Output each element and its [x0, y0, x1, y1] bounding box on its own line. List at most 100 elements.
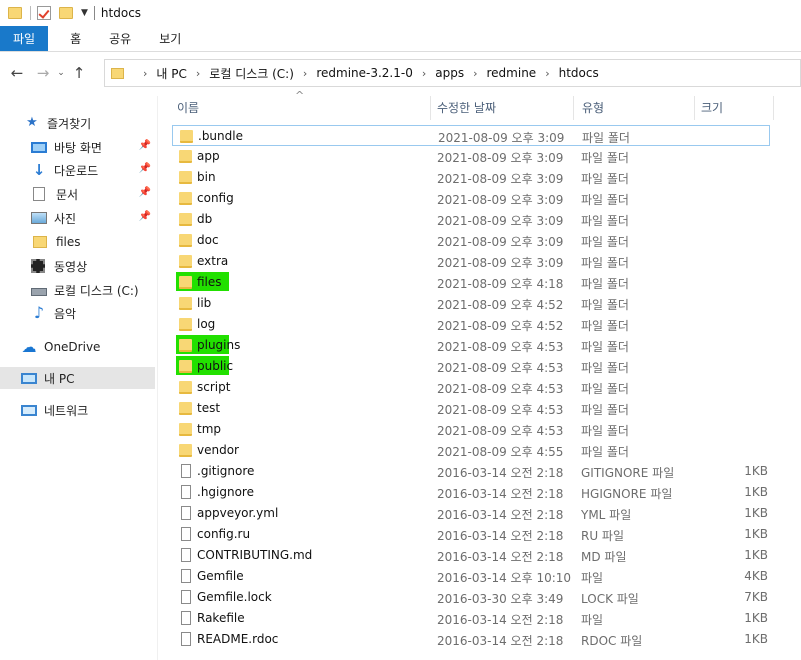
file-name: log [197, 317, 216, 331]
column-header-size[interactable]: 크기 [701, 92, 771, 122]
divider [30, 6, 31, 20]
forward-icon[interactable]: → [32, 64, 54, 82]
folder-icon [179, 213, 192, 226]
file-name: .hgignore [197, 485, 254, 499]
file-row[interactable]: CONTRIBUTING.md 2016-03-14 오전 2:18 MD 파일 1K… [172, 545, 770, 566]
sidebar-item-label: files [56, 235, 81, 249]
file-row[interactable]: bin 2021-08-09 오후 3:09 파일 폴더 [172, 167, 770, 188]
sidebar-item-documents[interactable]: 문서 📌 [0, 183, 155, 205]
folder-icon [179, 318, 192, 331]
tab-file[interactable]: 파일 [0, 26, 49, 51]
sidebar-item-videos[interactable]: 동영상 [0, 255, 155, 277]
breadcrumb-local-disk[interactable]: 로컬 디스크 (C:) [209, 65, 294, 82]
sidebar-item-label: 즐겨찾기 [47, 116, 92, 131]
chevron-right-icon[interactable]: › [303, 67, 307, 80]
file-name: files [197, 275, 222, 289]
column-divider[interactable] [573, 96, 574, 120]
file-row[interactable]: .hgignore 2016-03-14 오전 2:18 HGIGNORE 파일 1K… [172, 482, 770, 503]
file-row[interactable]: files 2021-08-09 오후 4:18 파일 폴더 [172, 272, 770, 293]
breadcrumb-redmine-root[interactable]: redmine-3.2.1-0 [316, 66, 413, 80]
sidebar-item-local-disk[interactable]: 로컬 디스크 (C:) [0, 279, 155, 301]
sidebar-item-label: OneDrive [44, 340, 101, 354]
column-divider[interactable] [773, 96, 774, 120]
video-icon [31, 259, 45, 273]
back-icon[interactable]: ← [6, 64, 28, 82]
file-row[interactable]: .bundle 2021-08-09 오후 3:09 파일 폴더 [172, 125, 770, 146]
pin-icon: 📌 [138, 163, 151, 174]
file-type: 파일 폴더 [582, 131, 630, 145]
customize-toolbar-icon[interactable]: ▼ [81, 8, 88, 18]
navigation-bar: ← → ⌄ ↑ › 내 PC › 로컬 디스크 (C:) › redmine-3… [0, 55, 801, 91]
sidebar-item-label: 다운로드 [54, 163, 99, 178]
new-folder-icon[interactable] [59, 7, 73, 19]
folder-icon [33, 236, 47, 248]
file-row[interactable]: test 2021-08-09 오후 4:53 파일 폴더 [172, 398, 770, 419]
file-date-modified: 2021-08-09 오후 4:18 [437, 277, 564, 291]
sidebar-item-files[interactable]: files [0, 231, 155, 253]
up-icon[interactable]: ↑ [68, 64, 90, 82]
chevron-right-icon[interactable]: › [422, 67, 426, 80]
file-date-modified: 2021-08-09 오후 4:52 [437, 319, 564, 333]
file-row[interactable]: tmp 2021-08-09 오후 4:53 파일 폴더 [172, 419, 770, 440]
address-bar[interactable]: › 내 PC › 로컬 디스크 (C:) › redmine-3.2.1-0 ›… [104, 59, 801, 87]
file-row[interactable]: appveyor.yml 2016-03-14 오전 2:18 YML 파일 1KB [172, 503, 770, 524]
file-icon [181, 506, 191, 520]
file-row[interactable]: Gemfile.lock 2016-03-30 오후 3:49 LOCK 파일 7KB [172, 587, 770, 608]
file-type: 파일 폴더 [581, 256, 629, 270]
file-row[interactable]: script 2021-08-09 오후 4:53 파일 폴더 [172, 377, 770, 398]
file-row[interactable]: .gitignore 2016-03-14 오전 2:18 GITIGNORE 파일… [172, 461, 770, 482]
file-row[interactable]: public 2021-08-09 오후 4:53 파일 폴더 [172, 356, 770, 377]
file-type: 파일 [581, 571, 604, 585]
sidebar-item-network[interactable]: 네트워크 [0, 399, 155, 421]
file-row[interactable]: app 2021-08-09 오후 3:09 파일 폴더 [172, 146, 770, 167]
file-row[interactable]: vendor 2021-08-09 오후 4:55 파일 폴더 [172, 440, 770, 461]
file-row[interactable]: lib 2021-08-09 오후 4:52 파일 폴더 [172, 293, 770, 314]
file-date-modified: 2021-08-09 오후 4:53 [437, 424, 564, 438]
tab-view[interactable]: 보기 [145, 26, 195, 51]
file-date-modified: 2021-08-09 오후 4:53 [437, 340, 564, 354]
file-row[interactable]: Gemfile 2016-03-14 오후 10:10 파일 4KB [172, 566, 770, 587]
chevron-right-icon[interactable]: › [196, 67, 200, 80]
chevron-right-icon[interactable]: › [545, 67, 549, 80]
file-row[interactable]: config 2021-08-09 오후 3:09 파일 폴더 [172, 188, 770, 209]
breadcrumb-apps[interactable]: apps [435, 66, 464, 80]
sidebar-item-onedrive[interactable]: ☁ OneDrive [0, 336, 155, 358]
pc-icon [21, 372, 37, 384]
file-name: plugins [197, 338, 241, 352]
file-row[interactable]: log 2021-08-09 오후 4:52 파일 폴더 [172, 314, 770, 335]
file-type: 파일 폴더 [581, 214, 629, 228]
column-header-modified[interactable]: 수정한 날짜 [437, 92, 572, 122]
tab-home[interactable]: 홈 [56, 26, 95, 51]
file-row[interactable]: Rakefile 2016-03-14 오전 2:18 파일 1KB [172, 608, 770, 629]
folder-icon [179, 381, 192, 394]
file-row[interactable]: config.ru 2016-03-14 오전 2:18 RU 파일 1KB [172, 524, 770, 545]
column-divider[interactable] [694, 96, 695, 120]
file-row[interactable]: extra 2021-08-09 오후 3:09 파일 폴더 [172, 251, 770, 272]
file-type: GITIGNORE 파일 [581, 466, 675, 480]
chevron-right-icon[interactable]: › [473, 67, 477, 80]
sidebar-item-desktop[interactable]: 바탕 화면 📌 [0, 136, 155, 158]
sidebar-item-pictures[interactable]: 사진 📌 [0, 207, 155, 229]
column-divider[interactable] [430, 96, 431, 120]
file-name: Gemfile [197, 569, 244, 583]
breadcrumb-my-pc[interactable]: 내 PC [156, 65, 186, 82]
file-name: db [197, 212, 213, 226]
tab-share[interactable]: 공유 [95, 26, 145, 51]
recent-locations-icon[interactable]: ⌄ [54, 68, 68, 78]
sidebar-item-downloads[interactable]: ↓ 다운로드 📌 [0, 159, 155, 181]
file-row[interactable]: db 2021-08-09 오후 3:09 파일 폴더 [172, 209, 770, 230]
breadcrumb-htdocs[interactable]: htdocs [559, 66, 599, 80]
sidebar-item-my-pc[interactable]: 내 PC [0, 367, 155, 389]
column-header-name[interactable]: 이름 [177, 92, 427, 122]
properties-icon[interactable] [37, 6, 51, 20]
column-header-type[interactable]: 유형 [582, 92, 692, 122]
sidebar-item-music[interactable]: ♪ 음악 [0, 302, 155, 324]
sidebar-item-quick-access[interactable]: ★ 즐겨찾기 [0, 112, 155, 134]
file-row[interactable]: plugins 2021-08-09 오후 4:53 파일 폴더 [172, 335, 770, 356]
window-title: htdocs [100, 6, 142, 20]
breadcrumb-redmine[interactable]: redmine [487, 66, 537, 80]
file-row[interactable]: doc 2021-08-09 오후 3:09 파일 폴더 [172, 230, 770, 251]
chevron-right-icon[interactable]: › [143, 67, 147, 80]
file-type: RU 파일 [581, 529, 625, 543]
file-row[interactable]: README.rdoc 2016-03-14 오전 2:18 RDOC 파일 1KB [172, 629, 770, 650]
